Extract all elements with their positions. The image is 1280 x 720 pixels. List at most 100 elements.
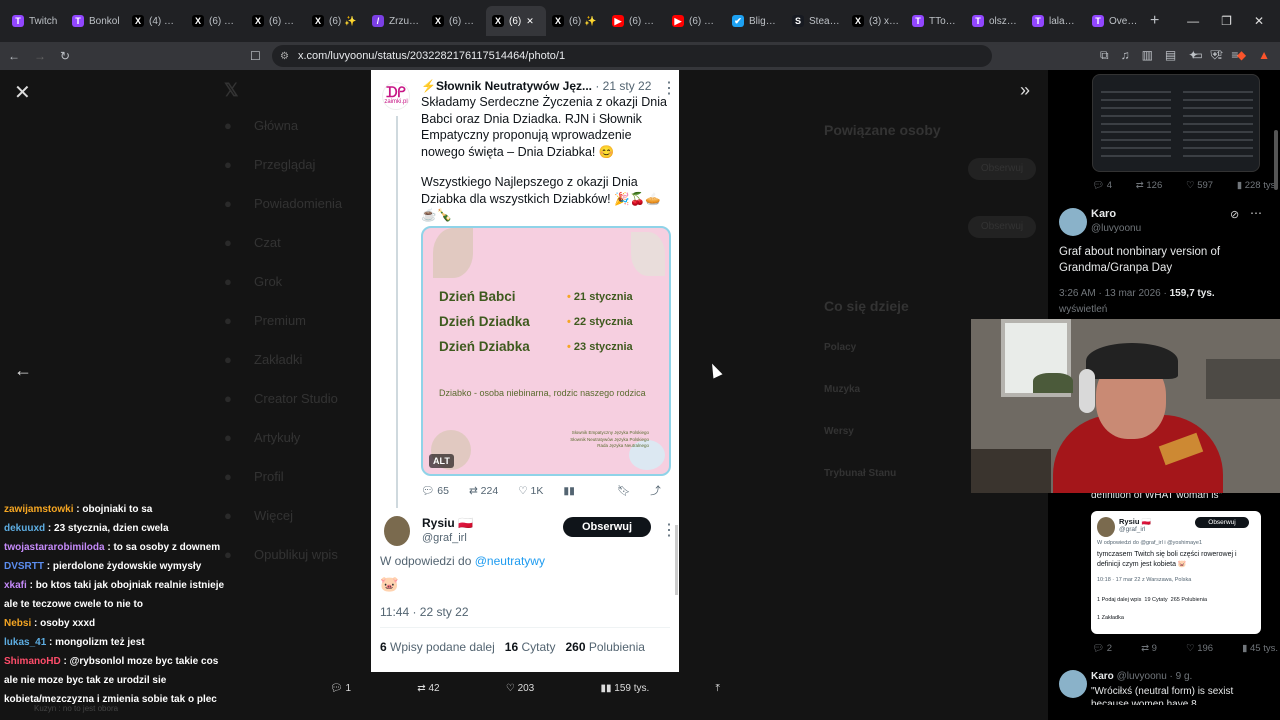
post-time-text[interactable]: 3:26 AM · 13 mar 2026 · [1059,288,1167,299]
tab-2[interactable]: X (4) DOS [126,6,186,36]
chat-username[interactable]: dekuuxd [4,523,45,534]
new-tab-button[interactable]: + [1150,12,1159,30]
lightning-icon: ⚡ [421,79,436,93]
chat-username[interactable]: ShimanoHD [4,656,61,667]
author-name[interactable]: Karo [1091,208,1116,220]
count-item[interactable]: 6 Wpisy podane dalej [380,640,495,654]
collapse-panel-icon[interactable]: » [1020,80,1030,101]
share-action-icon[interactable]: ⤴ [650,483,661,498]
tab-9[interactable]: X (6) ✨ [546,6,606,36]
tab-4[interactable]: X (6) Oliv [246,6,306,36]
media-icon[interactable]: ♫ [1121,48,1130,63]
chat-username[interactable]: lukas_41 [4,637,46,648]
row2-replies[interactable]: 💬︎ 2 [1092,643,1112,654]
bookmark-icon[interactable]: ☐ [250,49,261,63]
tweet-date[interactable]: · 21 sty 22 [595,79,651,93]
sidebar-icon[interactable]: ▥ [1142,48,1153,63]
url-field[interactable]: ⚙ x.com/luvyoonu/status/2032282176117514… [272,45,992,67]
previous-photo-icon[interactable]: ← [14,360,32,381]
reply-time[interactable]: 11:44 · 22 sty 22 [380,605,469,619]
retweet-action[interactable]: ⇄ 224 [469,485,498,497]
viewer-views[interactable]: ▮▮ 159 tys. [600,683,649,694]
reply-author-handle[interactable]: @luvyoonu · 9 g. [1117,671,1193,682]
tab-16[interactable]: Tolszakc [966,6,1026,36]
reply-action[interactable]: 💬︎ 65 [421,484,449,497]
divider [380,627,670,628]
reload-icon[interactable]: ↻ [60,49,70,63]
count-item[interactable]: 16 Cytaty [505,640,556,654]
alt-badge[interactable]: ALT [429,454,454,468]
leo-icon[interactable]: ✦ [1188,48,1198,63]
tab-18[interactable]: T Overpo [1086,6,1146,36]
tab-17[interactable]: Tlala_sty [1026,6,1086,36]
chat-username[interactable]: xkafi [4,580,27,591]
chat-username[interactable]: twojastararobimiloda [4,542,105,553]
chat-username[interactable]: DVSRTT [4,561,44,572]
follow-button[interactable]: Obserwuj [563,517,651,537]
reply-author[interactable]: Karo [1091,671,1114,682]
close-viewer-icon[interactable]: ✕ [14,80,31,105]
tab-0[interactable]: T Twitch [6,6,66,36]
stat-retweets[interactable]: ⇄ 126 [1136,180,1162,191]
stat-likes[interactable]: ♡ 597 [1186,180,1213,191]
tweet-image[interactable]: Dzień Babci • 21 stycznia Dzień Dziadka • 2… [421,226,671,476]
tab-3[interactable]: X (6) QSN [186,6,246,36]
tab-1[interactable]: T Bonkol [66,6,126,36]
quoted-image-thumb[interactable] [1092,74,1260,172]
tab-12[interactable]: ✔ Blight: S [726,6,786,36]
reply-avatar[interactable] [384,516,410,546]
row2-retweets[interactable]: ⇄ 9 [1141,643,1157,654]
viewer-share-icon[interactable]: ⤒ [716,683,720,694]
tab-13[interactable]: S SteamD [786,6,846,36]
author-handle[interactable]: @luvyoonu [1091,223,1141,234]
viewer-retweet[interactable]: ⇄ 42 [417,683,439,694]
chat-username[interactable]: Nebsi [4,618,31,629]
panel-scrollbar[interactable] [1274,130,1278,190]
viewer-like[interactable]: ♡ 203 [506,683,534,694]
count-item[interactable]: 260 Polubienia [565,640,644,654]
tab-label: (3) xwe [869,15,900,27]
author-avatar[interactable] [1059,208,1087,236]
views-icon[interactable]: ▮▮ [563,485,575,497]
tab-6[interactable]: / Zrzut e [366,6,426,36]
scrollbar[interactable] [675,525,678,595]
vpn-icon[interactable]: ⛨ [1210,48,1219,63]
tab-7[interactable]: X (6) QSN [426,6,486,36]
grok-icon[interactable]: ⊘ [1230,208,1239,221]
forward-icon[interactable]: → [34,49,46,63]
brave-rewards-icon[interactable]: ▲ [1258,48,1270,62]
extensions-icon[interactable]: ⧉ [1100,48,1109,63]
mention-link[interactable]: @neutratywy [475,554,545,568]
tab-14[interactable]: X (3) xwe [846,6,906,36]
minimize-icon[interactable]: — [1187,14,1199,28]
reply-handle[interactable]: @graf_irl [422,532,467,544]
wallet-icon[interactable]: ▤ [1165,48,1176,63]
site-info-icon[interactable]: ⚙ [280,51,289,62]
like-action[interactable]: ♡ 1K [518,485,543,497]
tab-5[interactable]: X (6) ✨ [306,6,366,36]
chat-text: pierdolone żydowskie wymysły [52,561,202,572]
reply-author-avatar[interactable] [1059,670,1087,698]
tab-15[interactable]: T TTobias [906,6,966,36]
side-more-icon[interactable]: ⋯ [1250,206,1262,220]
stat-replies[interactable]: 💬︎ 4 [1092,180,1112,191]
menu-icon[interactable]: ≡ [1231,48,1238,63]
reply-name[interactable]: Rysiu 🇵🇱 [422,516,473,530]
embedded-post[interactable]: Rysiu 🇵🇱 @graf_irl Obserwuj W odpowiedzi… [1091,511,1261,634]
tab-11[interactable]: ▶ (6) Bligh [666,6,726,36]
ghost-nav-item: ● Creator Studio [224,391,342,430]
tab-favicon-icon: X [132,15,144,27]
stat-views[interactable]: ▮ 228 tys. [1237,180,1278,191]
back-icon[interactable]: ← [8,49,20,63]
tab-8[interactable]: X (6) ✕ [486,6,546,36]
chat-username[interactable]: zawijamstowki [4,504,73,515]
close-window-icon[interactable]: ✕ [1254,14,1264,28]
viewer-reply[interactable]: 💬︎ 1 [330,683,351,694]
bookmark-action-icon[interactable]: 🔖︎ [617,484,630,497]
restore-icon[interactable]: ❐ [1221,14,1232,28]
tweet-author[interactable]: Słownik Neutratywów Jęz... [436,79,592,93]
row2-likes[interactable]: ♡ 196 [1186,643,1213,654]
row2-views[interactable]: ▮ 45 tys. [1242,643,1278,654]
tab-10[interactable]: ▶ (6) Futu [606,6,666,36]
tab-close-icon[interactable]: ✕ [526,16,534,27]
